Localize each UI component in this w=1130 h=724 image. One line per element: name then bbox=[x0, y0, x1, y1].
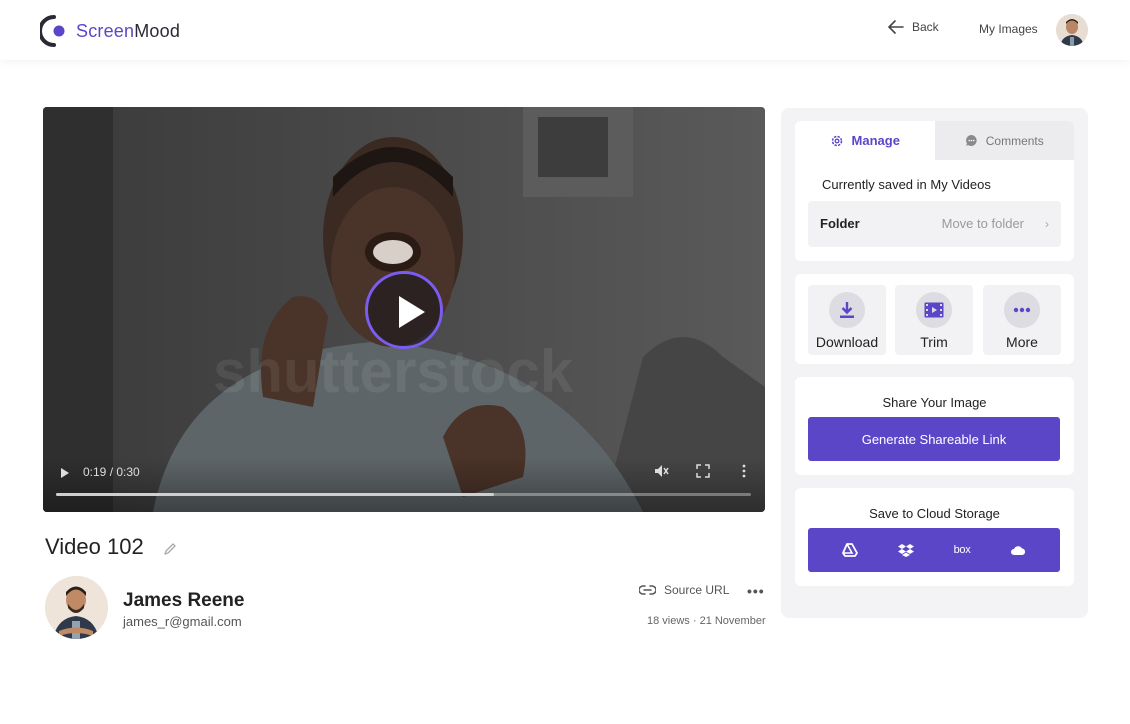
brand-name-primary: Screen bbox=[76, 20, 135, 41]
folder-row[interactable]: Folder Move to folder › bbox=[808, 201, 1061, 247]
side-panel: Manage Comments Currently saved in My Vi… bbox=[781, 108, 1088, 618]
download-label: Download bbox=[815, 334, 879, 350]
google-drive-icon[interactable] bbox=[839, 541, 861, 559]
avatar-image bbox=[1056, 14, 1088, 46]
folder-label: Folder bbox=[820, 216, 860, 231]
play-small-icon[interactable] bbox=[61, 468, 69, 478]
arrow-left-icon bbox=[888, 20, 904, 34]
cloud-icons-row: box bbox=[808, 541, 1060, 559]
my-images-link[interactable]: My Images bbox=[979, 22, 1038, 36]
actions-card: Download Trim More bbox=[795, 274, 1074, 364]
share-title: Share Your Image bbox=[882, 395, 987, 410]
play-button[interactable] bbox=[365, 271, 443, 349]
back-label: Back bbox=[912, 20, 939, 34]
back-link[interactable]: Back bbox=[888, 20, 939, 34]
video-player[interactable]: shutterstock 0:19 / 0:30 bbox=[43, 107, 765, 512]
source-url-label: Source URL bbox=[664, 583, 730, 597]
mute-icon[interactable] bbox=[653, 463, 669, 479]
trim-button[interactable]: Trim bbox=[895, 285, 973, 355]
panel-tabs: Manage Comments bbox=[795, 121, 1074, 160]
download-icon-wrap bbox=[829, 292, 865, 328]
more-button[interactable]: More bbox=[983, 285, 1061, 355]
player-controls: 0:19 / 0:30 bbox=[43, 457, 765, 512]
more-icon-wrap bbox=[1004, 292, 1040, 328]
download-button[interactable]: Download bbox=[808, 285, 886, 355]
cloud-storage-card: Save to Cloud Storage box bbox=[795, 488, 1074, 586]
tab-comments-label: Comments bbox=[985, 133, 1044, 148]
more-icon bbox=[1013, 307, 1031, 313]
comment-icon bbox=[965, 135, 977, 146]
time-display: 0:19 / 0:30 bbox=[83, 465, 140, 479]
author-name: James Reene bbox=[123, 590, 245, 611]
manage-card: Currently saved in My Videos Folder Move… bbox=[795, 160, 1074, 261]
author-avatar bbox=[45, 576, 108, 639]
link-icon bbox=[639, 585, 656, 595]
progress-bar[interactable] bbox=[56, 493, 751, 496]
author-email: james_r@gmail.com bbox=[123, 614, 242, 629]
video-title: Video 102 bbox=[45, 534, 144, 559]
onedrive-cloud-icon[interactable] bbox=[1007, 541, 1029, 559]
tab-comments[interactable]: Comments bbox=[934, 121, 1074, 160]
author-avatar-image bbox=[45, 576, 108, 639]
fullscreen-icon[interactable] bbox=[695, 463, 711, 479]
tab-manage[interactable]: Manage bbox=[795, 121, 935, 160]
more-options-icon[interactable]: ••• bbox=[747, 583, 765, 599]
progress-fill bbox=[56, 493, 494, 496]
trim-label: Trim bbox=[920, 334, 948, 350]
logo-mark-icon bbox=[40, 15, 65, 47]
brand-name: ScreenMood bbox=[76, 21, 180, 42]
film-icon bbox=[924, 302, 944, 318]
tab-manage-label: Manage bbox=[851, 133, 900, 148]
chevron-right-icon: › bbox=[1045, 217, 1049, 231]
logo[interactable]: ScreenMood bbox=[40, 14, 180, 48]
generate-link-button[interactable]: Generate Shareable Link bbox=[808, 417, 1060, 461]
overflow-menu-icon[interactable] bbox=[736, 463, 752, 479]
pencil-icon[interactable] bbox=[162, 541, 178, 557]
more-label: More bbox=[1006, 334, 1038, 350]
move-to-folder-label: Move to folder bbox=[941, 216, 1024, 231]
watermark-text: shutterstock bbox=[213, 338, 574, 405]
film-icon-wrap bbox=[916, 292, 952, 328]
app-header: ScreenMood Back My Images bbox=[0, 0, 1130, 60]
brand-name-secondary: Mood bbox=[134, 20, 181, 41]
box-logo-text: box bbox=[953, 544, 971, 556]
video-stats: 18 views · 21 November bbox=[647, 615, 766, 627]
user-avatar[interactable] bbox=[1056, 14, 1088, 46]
cloud-services-bar: box bbox=[808, 528, 1060, 572]
download-icon bbox=[840, 302, 854, 318]
saved-location-text: Currently saved in My Videos bbox=[822, 177, 991, 192]
gear-icon bbox=[831, 135, 842, 146]
box-icon[interactable]: box bbox=[951, 541, 973, 559]
share-card: Share Your Image Generate Shareable Link bbox=[795, 377, 1074, 475]
cloud-storage-title: Save to Cloud Storage bbox=[869, 506, 1000, 521]
dropbox-icon[interactable] bbox=[895, 541, 917, 559]
source-url-link[interactable]: Source URL bbox=[639, 583, 729, 597]
